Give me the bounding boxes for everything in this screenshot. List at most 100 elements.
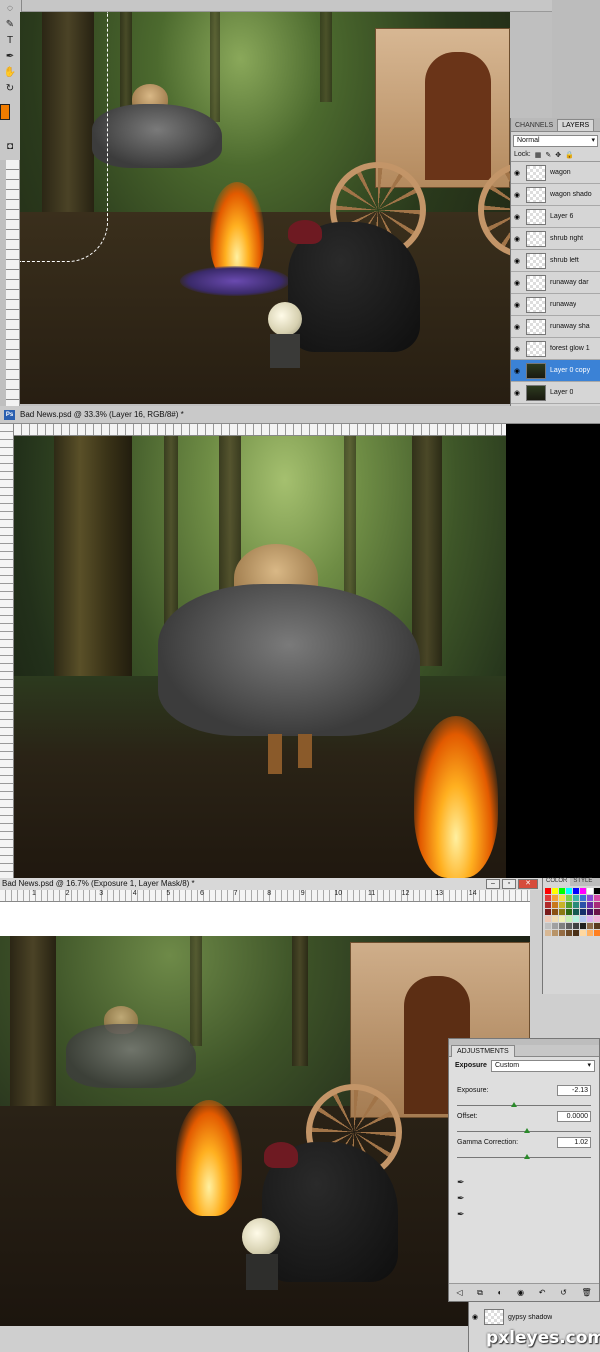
- color-swatch[interactable]: [559, 916, 565, 922]
- eye-icon[interactable]: ◉: [511, 279, 523, 287]
- color-swatch[interactable]: [587, 923, 593, 929]
- color-swatch[interactable]: [559, 923, 565, 929]
- color-swatch[interactable]: [594, 888, 600, 894]
- eye-icon[interactable]: ◉: [511, 389, 523, 397]
- color-swatch[interactable]: [594, 923, 600, 929]
- color-swatch[interactable]: [587, 895, 593, 901]
- eye-icon[interactable]: ◉: [469, 1313, 481, 1321]
- color-swatch[interactable]: [580, 909, 586, 915]
- lasso-tool-icon[interactable]: ◌: [2, 2, 18, 16]
- color-swatch[interactable]: [580, 895, 586, 901]
- lock-brush-icon[interactable]: ✎: [545, 151, 551, 160]
- gamma-input[interactable]: 1.02: [557, 1137, 591, 1148]
- eye-icon[interactable]: ◉: [511, 301, 523, 309]
- color-swatch[interactable]: [580, 902, 586, 908]
- color-swatch[interactable]: [566, 895, 572, 901]
- layer-row[interactable]: ◉ runaway dar: [511, 272, 600, 294]
- foreground-color-swatch[interactable]: [0, 104, 10, 120]
- color-swatch[interactable]: [566, 888, 572, 894]
- color-swatch[interactable]: [594, 916, 600, 922]
- color-swatch[interactable]: [587, 930, 593, 936]
- visibility-icon[interactable]: ◉: [517, 1288, 524, 1297]
- trash-icon[interactable]: 🗑: [581, 1288, 591, 1297]
- color-swatch[interactable]: [559, 888, 565, 894]
- color-swatch[interactable]: [566, 923, 572, 929]
- selection-marquee[interactable]: [20, 12, 108, 262]
- mask-icon[interactable]: ◐: [498, 1288, 503, 1297]
- hand-tool-icon[interactable]: ✋: [2, 66, 18, 80]
- color-swatch[interactable]: [573, 923, 579, 929]
- tab-layers[interactable]: LAYERS: [557, 119, 595, 131]
- color-swatch[interactable]: [580, 916, 586, 922]
- color-swatch[interactable]: [545, 923, 551, 929]
- color-swatch[interactable]: [552, 916, 558, 922]
- color-swatch[interactable]: [559, 909, 565, 915]
- white-point-eyedropper-icon[interactable]: ✒: [457, 1209, 465, 1220]
- color-swatch[interactable]: [552, 895, 558, 901]
- color-swatch[interactable]: [594, 909, 600, 915]
- color-swatch[interactable]: [545, 930, 551, 936]
- eye-icon[interactable]: ◉: [511, 367, 523, 375]
- color-swatch[interactable]: [587, 916, 593, 922]
- gamma-slider[interactable]: [457, 1154, 591, 1159]
- color-swatch[interactable]: [545, 909, 551, 915]
- exposure-input[interactable]: -2.13: [557, 1085, 591, 1096]
- black-point-eyedropper-icon[interactable]: ✒: [457, 1177, 465, 1188]
- color-swatch[interactable]: [552, 909, 558, 915]
- color-swatch[interactable]: [566, 909, 572, 915]
- offset-slider[interactable]: [457, 1128, 591, 1133]
- quick-mask-icon[interactable]: ◘: [2, 140, 18, 154]
- type-tool-icon[interactable]: T: [2, 34, 18, 48]
- color-swatch[interactable]: [573, 930, 579, 936]
- color-swatch[interactable]: [580, 930, 586, 936]
- tab-channels[interactable]: CHANNELS: [511, 120, 557, 131]
- quick-select-icon[interactable]: ✎: [2, 18, 18, 32]
- color-swatch[interactable]: [573, 916, 579, 922]
- color-swatch[interactable]: [552, 930, 558, 936]
- layer-row[interactable]: ◉ forest glow 1: [511, 338, 600, 360]
- lock-transparency-icon[interactable]: ▦: [535, 151, 542, 160]
- offset-input[interactable]: 0.0000: [557, 1111, 591, 1122]
- color-swatch[interactable]: [552, 902, 558, 908]
- preset-select[interactable]: Custom ▾: [491, 1060, 595, 1072]
- color-swatch[interactable]: [545, 902, 551, 908]
- color-swatch[interactable]: [587, 909, 593, 915]
- eye-icon[interactable]: ◉: [511, 191, 523, 199]
- rotate-view-icon[interactable]: ↻: [2, 82, 18, 96]
- gamma-slider-thumb[interactable]: [524, 1154, 530, 1159]
- layer-row[interactable]: ◉ Layer 0: [511, 382, 600, 404]
- layer-row[interactable]: ◉ runaway: [511, 294, 600, 316]
- color-swatch[interactable]: [594, 930, 600, 936]
- color-swatch[interactable]: [545, 888, 551, 894]
- color-swatch[interactable]: [573, 909, 579, 915]
- color-swatch[interactable]: [566, 930, 572, 936]
- color-swatch[interactable]: [545, 895, 551, 901]
- color-swatch[interactable]: [559, 930, 565, 936]
- eye-icon[interactable]: ◉: [511, 323, 523, 331]
- tab-color[interactable]: COLOR: [543, 878, 571, 886]
- eye-icon[interactable]: ◉: [511, 257, 523, 265]
- color-swatch[interactable]: [594, 902, 600, 908]
- color-swatch[interactable]: [566, 902, 572, 908]
- offset-slider-thumb[interactable]: [524, 1128, 530, 1133]
- color-swatch[interactable]: [552, 923, 558, 929]
- color-swatch[interactable]: [566, 916, 572, 922]
- eye-icon[interactable]: ◉: [511, 213, 523, 221]
- reset-icon[interactable]: ↺: [560, 1288, 567, 1297]
- view-previous-icon[interactable]: ↶: [539, 1288, 546, 1297]
- color-swatch[interactable]: [545, 916, 551, 922]
- clip-icon[interactable]: ⧉: [477, 1288, 483, 1298]
- color-swatch[interactable]: [573, 902, 579, 908]
- color-swatch[interactable]: [573, 888, 579, 894]
- canvas-document-1[interactable]: [20, 12, 510, 404]
- eye-icon[interactable]: ◉: [511, 169, 523, 177]
- maximize-icon[interactable]: ▫: [502, 879, 516, 889]
- pen-tool-icon[interactable]: ✒: [2, 50, 18, 64]
- document-titlebar[interactable]: Bad News.psd @ 16.7% (Exposure 1, Layer …: [0, 878, 542, 890]
- color-swatch[interactable]: [580, 923, 586, 929]
- layer-row[interactable]: ◉ runaway sha: [511, 316, 600, 338]
- minimize-icon[interactable]: –: [486, 879, 500, 889]
- color-swatch[interactable]: [580, 888, 586, 894]
- blend-mode-select[interactable]: Normal ▾: [513, 135, 598, 147]
- color-swatch[interactable]: [594, 895, 600, 901]
